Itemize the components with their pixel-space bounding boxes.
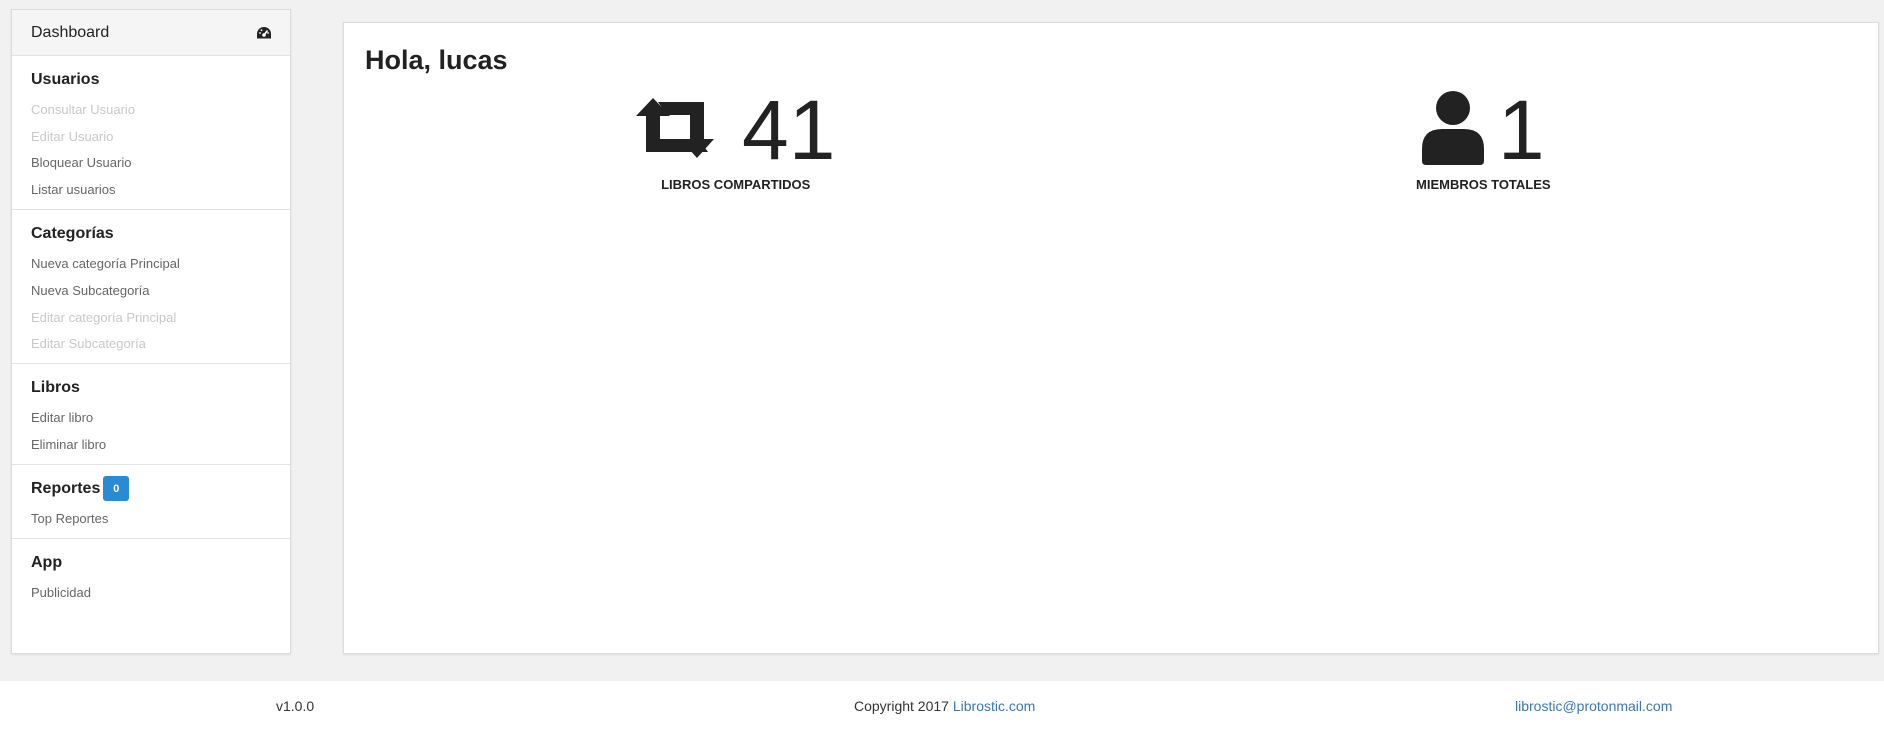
section-title-categorias: Categorías: [31, 225, 114, 243]
sidebar-item-bloquear-usuario[interactable]: Bloquear Usuario: [31, 150, 271, 177]
contact-email-link[interactable]: librostic@protonmail.com: [1515, 698, 1672, 714]
sidebar-section-libros: Libros Editar libro Eliminar libro: [12, 364, 290, 465]
sidebar-item-consultar-usuario: Consultar Usuario: [31, 101, 136, 117]
miembros-totales-value: 1: [1497, 83, 1545, 177]
stat-miembros-totales: 1 MIEMBROS TOTALES: [1416, 85, 1551, 192]
sidebar-section-reportes: Reportes 0 Top Reportes: [12, 465, 290, 539]
sidebar-item-editar-subcategoria: Editar Subcategoría: [31, 336, 146, 352]
footer: v1.0.0 Copyright 2017 Librostic.com libr…: [0, 681, 1884, 729]
sidebar-dashboard-link[interactable]: Dashboard: [12, 10, 290, 56]
section-title-libros: Libros: [31, 379, 80, 397]
section-title-reportes: Reportes 0: [31, 476, 271, 502]
reportes-title-label: Reportes: [31, 479, 101, 497]
sidebar-dashboard-label: Dashboard: [31, 23, 110, 41]
version-label: v1.0.0: [276, 698, 315, 714]
sidebar-item-publicidad[interactable]: Publicidad: [31, 579, 271, 606]
sidebar-section-app: App Publicidad: [12, 539, 290, 612]
sidebar-item-eliminar-libro[interactable]: Eliminar libro: [31, 431, 271, 458]
miembros-totales-label: MIEMBROS TOTALES: [1416, 177, 1551, 192]
dashboard-panel: Hola, lucas 41 LIBROS COMPARTIDOS 1 MIEM…: [343, 22, 1879, 654]
copyright-site-link[interactable]: Librostic.com: [953, 698, 1035, 714]
user-icon: [1421, 90, 1484, 170]
greeting-title: Hola, lucas: [365, 45, 508, 75]
reportes-count-badge: 0: [103, 476, 130, 502]
libros-compartidos-value: 41: [742, 83, 836, 177]
section-title-usuarios: Usuarios: [31, 71, 100, 88]
section-title-app: App: [31, 553, 63, 571]
copyright-text: Copyright 2017: [854, 698, 953, 714]
sidebar-item-editar-usuario: Editar Usuario: [31, 128, 114, 144]
sidebar: Dashboard Usuarios Consultar Usuario Edi…: [11, 9, 291, 654]
stat-libros-compartidos: 41 LIBROS COMPARTIDOS: [636, 85, 835, 192]
sidebar-section-usuarios: Usuarios Consultar Usuario Editar Usuari…: [12, 56, 290, 211]
copyright: Copyright 2017 Librostic.com: [854, 698, 1035, 714]
libros-compartidos-label: LIBROS COMPARTIDOS: [661, 177, 811, 192]
sidebar-section-categorias: Categorías Nueva categoría Principal Nue…: [12, 210, 290, 365]
dashboard-gauge-icon: [256, 26, 272, 40]
sidebar-item-editar-libro[interactable]: Editar libro: [31, 404, 271, 431]
sidebar-item-nueva-categoria-principal[interactable]: Nueva categoría Principal: [31, 250, 271, 277]
sidebar-item-nueva-subcategoria[interactable]: Nueva Subcategoría: [31, 277, 271, 304]
retweet-share-icon: [636, 97, 728, 163]
sidebar-item-editar-categoria-principal: Editar categoría Principal: [31, 309, 177, 325]
sidebar-item-top-reportes[interactable]: Top Reportes: [31, 505, 271, 532]
sidebar-item-listar-usuarios[interactable]: Listar usuarios: [31, 176, 271, 203]
